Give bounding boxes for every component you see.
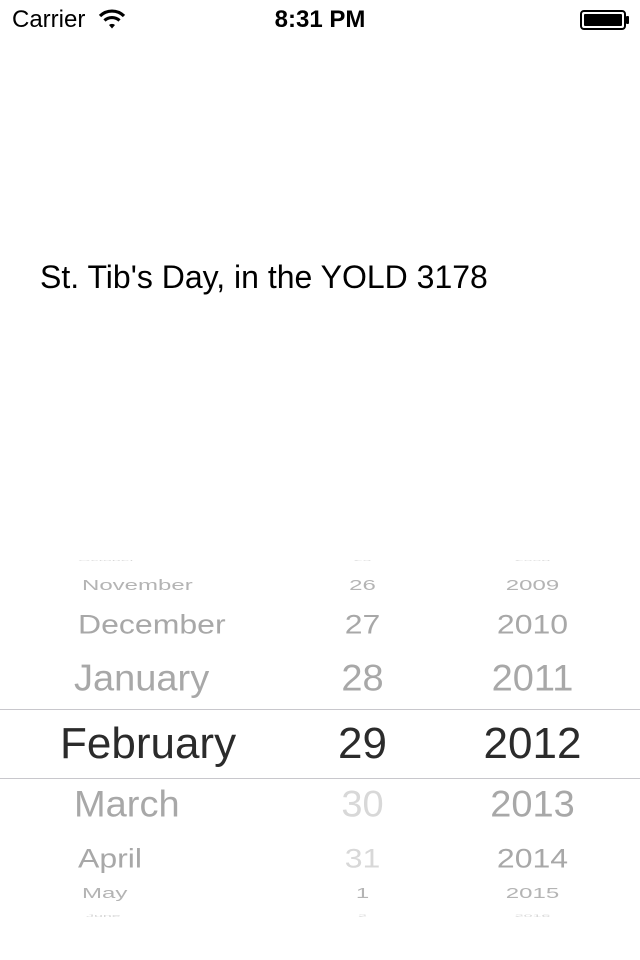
- clock: 8:31 PM: [274, 6, 366, 33]
- picker-year-option[interactable]: 2010: [425, 610, 640, 637]
- picker-month-option[interactable]: January: [74, 661, 209, 698]
- picker-day-option[interactable]: 28: [300, 661, 425, 698]
- picker-year-option[interactable]: 2012: [425, 722, 640, 766]
- picker-day-option[interactable]: 26: [300, 578, 425, 593]
- screen: Carrier 8:31 PM St. Tib's Day, in the YO…: [0, 0, 640, 960]
- status-bar: Carrier 8:31 PM: [0, 0, 640, 40]
- picker-year-option[interactable]: 2016: [425, 914, 640, 918]
- picker-column-month[interactable]: October November December January February Ma…: [0, 560, 300, 920]
- picker-column-day[interactable]: 25 26 27 28 29 30 31 1 2: [300, 560, 425, 920]
- picker-day-option[interactable]: 25: [300, 560, 425, 562]
- picker-year-option[interactable]: 2008: [425, 560, 640, 562]
- picker-day-option[interactable]: 29: [300, 722, 425, 766]
- picker-day-option[interactable]: 30: [300, 787, 425, 824]
- picker-month-option[interactable]: May: [82, 887, 127, 901]
- picker-year-option[interactable]: 2014: [425, 844, 640, 871]
- picker-day-option[interactable]: 1: [300, 887, 425, 901]
- date-picker[interactable]: October November December January February Ma…: [0, 560, 640, 920]
- picker-day-option[interactable]: 2: [300, 914, 425, 918]
- picker-month-option[interactable]: October: [78, 560, 135, 562]
- picker-year-option[interactable]: 2009: [425, 578, 640, 593]
- picker-month-option[interactable]: December: [78, 610, 226, 637]
- picker-month-option[interactable]: February: [60, 722, 236, 766]
- picker-month-option[interactable]: April: [78, 844, 142, 871]
- battery-icon: [580, 10, 630, 30]
- picker-year-option[interactable]: 2013: [425, 787, 640, 824]
- picker-month-option[interactable]: March: [74, 787, 180, 824]
- picker-year-option[interactable]: 2015: [425, 887, 640, 901]
- picker-day-option[interactable]: 27: [300, 610, 425, 637]
- picker-month-option[interactable]: June: [86, 914, 121, 918]
- discordian-date-label: St. Tib's Day, in the YOLD 3178: [40, 259, 488, 295]
- picker-column-year[interactable]: 2008 2009 2010 2011 2012 2013 2014 2015 2016: [425, 560, 640, 920]
- picker-year-option[interactable]: 2011: [425, 661, 640, 698]
- picker-month-option[interactable]: November: [82, 578, 193, 593]
- picker-day-option[interactable]: 31: [300, 844, 425, 871]
